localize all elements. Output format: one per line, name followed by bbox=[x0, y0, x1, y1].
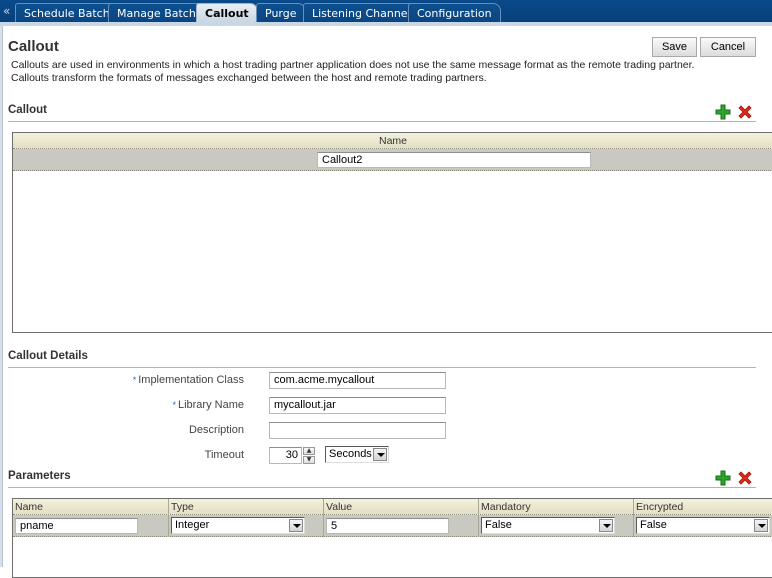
tab-purge[interactable]: Purge bbox=[256, 3, 306, 24]
timeout-input[interactable]: 30 bbox=[269, 447, 302, 464]
required-marker: * bbox=[172, 400, 176, 410]
parameters-table: Name Type Value Mandatory Encrypted pnam… bbox=[12, 498, 772, 578]
callout-section-header: Callout bbox=[8, 104, 756, 122]
parameters-table-header: Name Type Value Mandatory Encrypted bbox=[13, 499, 772, 515]
chevron-down-icon[interactable] bbox=[599, 519, 613, 532]
library-name-label: * Library Name bbox=[172, 399, 244, 411]
implementation-class-input[interactable]: com.acme.mycallout bbox=[269, 372, 446, 389]
tab-manage-batch[interactable]: Manage Batch bbox=[108, 3, 205, 24]
tab-schedule-batch[interactable]: Schedule Batch bbox=[15, 3, 119, 24]
tab-bar-divider bbox=[0, 22, 772, 26]
timeout-unit-value: Seconds bbox=[329, 448, 372, 460]
param-encrypted-select[interactable]: False bbox=[636, 517, 770, 534]
timeout-label: Timeout bbox=[204, 449, 244, 461]
parameters-title: Parameters bbox=[8, 470, 71, 482]
callout-table: Name Callout2 bbox=[12, 132, 772, 333]
chevron-down-icon[interactable] bbox=[289, 519, 303, 532]
save-button[interactable]: Save bbox=[652, 37, 697, 57]
timeout-unit-select[interactable]: Seconds bbox=[325, 446, 389, 463]
param-encrypted-value: False bbox=[640, 519, 667, 531]
table-row[interactable]: pname Integer 5 False False bbox=[13, 515, 772, 537]
description-line-2: Callouts transform the formats of messag… bbox=[11, 72, 487, 84]
tab-listening-channel[interactable]: Listening Channel bbox=[303, 3, 420, 24]
param-name-input[interactable]: pname bbox=[15, 518, 138, 534]
table-row[interactable]: Callout2 bbox=[13, 149, 772, 171]
parameters-header: Parameters bbox=[8, 470, 756, 488]
callout-section-title: Callout bbox=[8, 104, 47, 116]
column-header-value[interactable]: Value bbox=[324, 499, 479, 515]
param-type-value: Integer bbox=[175, 519, 210, 531]
cancel-button[interactable]: Cancel bbox=[700, 37, 756, 57]
add-icon[interactable] bbox=[715, 104, 731, 120]
callout-details-title: Callout Details bbox=[8, 350, 88, 362]
delete-icon[interactable] bbox=[737, 104, 753, 120]
timeout-increment-button[interactable]: ▲ bbox=[303, 447, 315, 455]
page-title: Callout bbox=[8, 38, 59, 55]
column-header-encrypted[interactable]: Encrypted bbox=[634, 499, 772, 515]
param-mandatory-select[interactable]: False bbox=[481, 517, 615, 534]
column-header-type[interactable]: Type bbox=[169, 499, 324, 515]
param-type-select[interactable]: Integer bbox=[171, 517, 305, 534]
description-line-1: Callouts are used in environments in whi… bbox=[11, 59, 695, 71]
description-label: Description bbox=[188, 424, 244, 436]
tab-bar: « Schedule Batch Manage Batch Callout Pu… bbox=[0, 0, 772, 24]
param-value-input[interactable]: 5 bbox=[326, 518, 449, 534]
tab-callout[interactable]: Callout bbox=[196, 3, 258, 24]
left-border bbox=[0, 26, 3, 567]
callout-details-header: Callout Details bbox=[8, 350, 756, 368]
required-marker: * bbox=[132, 375, 137, 385]
timeout-decrement-button[interactable]: ▼ bbox=[303, 456, 315, 464]
param-mandatory-value: False bbox=[485, 519, 512, 531]
chevron-down-icon[interactable] bbox=[373, 448, 387, 461]
collapse-tabs-icon[interactable]: « bbox=[3, 4, 10, 18]
callout-table-header-name[interactable]: Name bbox=[13, 133, 772, 149]
chevron-down-icon[interactable] bbox=[754, 519, 768, 532]
callout-name-input[interactable]: Callout2 bbox=[317, 152, 591, 168]
implementation-class-label: * Implementation Class bbox=[132, 374, 244, 386]
description-input[interactable] bbox=[269, 422, 446, 439]
library-name-input[interactable]: mycallout.jar bbox=[269, 397, 446, 414]
delete-icon[interactable] bbox=[737, 470, 753, 486]
tab-configuration[interactable]: Configuration bbox=[408, 3, 501, 24]
column-header-name[interactable]: Name bbox=[13, 499, 169, 515]
add-icon[interactable] bbox=[715, 470, 731, 486]
column-header-mandatory[interactable]: Mandatory bbox=[479, 499, 634, 515]
page-description: Callouts are used in environments in whi… bbox=[11, 59, 751, 85]
